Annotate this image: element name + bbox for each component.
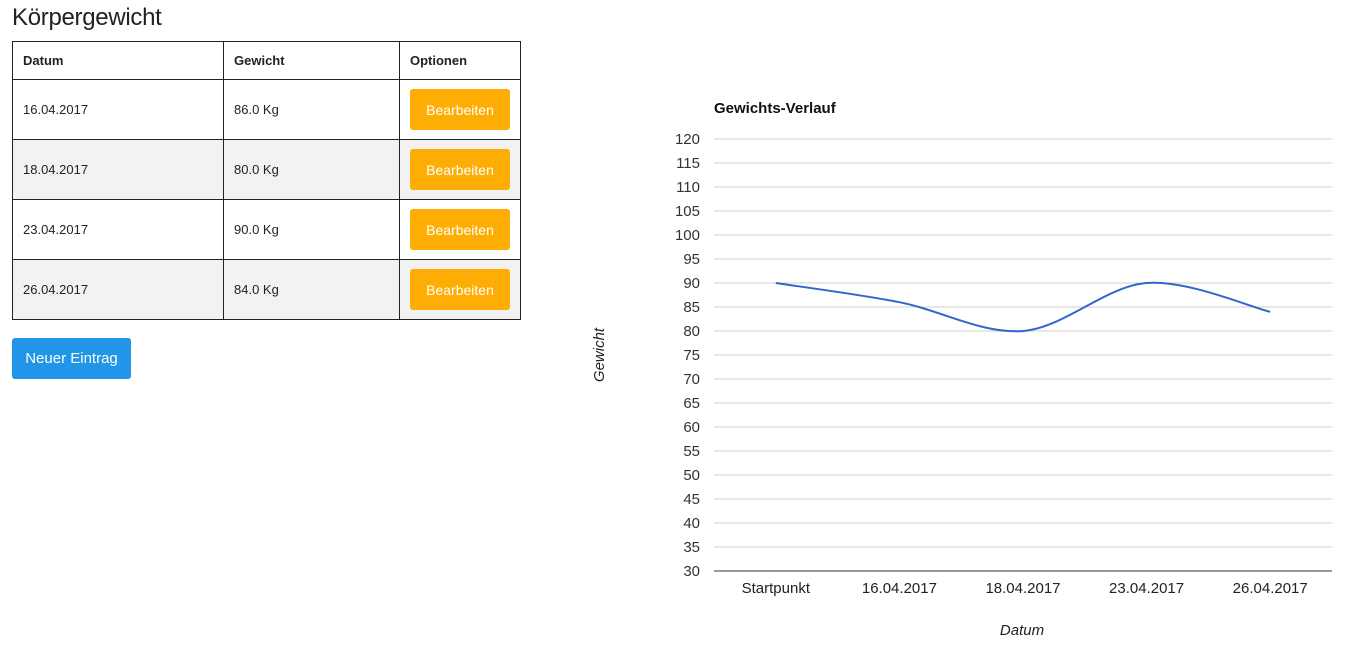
y-tick-label: 35 [683,539,700,556]
y-tick-label: 115 [676,155,700,172]
x-tick-label: 18.04.2017 [985,580,1060,597]
page-title: Körpergewicht [12,4,162,31]
page: Körpergewicht Datum Gewicht Optionen 16.… [0,0,1345,645]
x-tick-label: 23.04.2017 [1109,580,1184,597]
chart-title: Gewichts-Verlauf [714,100,837,117]
cell-datum: 16.04.2017 [12,79,224,140]
y-axis-title: Gewicht [591,327,608,382]
cell-optionen: Bearbeiten [399,199,521,260]
y-tick-label: 30 [683,563,700,580]
y-tick-label: 105 [675,203,700,220]
cell-gewicht: 80.0 Kg [223,139,400,200]
y-tick-label: 55 [683,443,700,460]
y-tick-label: 80 [683,323,700,340]
header-optionen: Optionen [399,41,521,80]
table-header-row: Datum Gewicht Optionen [12,41,521,80]
x-axis-title: Datum [1000,622,1044,639]
y-tick-label: 70 [683,371,700,388]
x-tick-label: Startpunkt [742,580,811,597]
y-tick-label: 50 [683,467,700,484]
new-entry-button[interactable]: Neuer Eintrag [12,338,131,379]
y-tick-label: 120 [675,131,700,148]
x-tick-label: 16.04.2017 [862,580,937,597]
cell-optionen: Bearbeiten [399,79,521,140]
edit-button[interactable]: Bearbeiten [410,89,510,130]
y-tick-label: 90 [683,275,700,292]
y-axis-ticks: 30 35 40 45 50 55 60 65 70 75 80 85 90 95 100 105 110 115… [675,131,700,580]
x-axis-ticks: Startpunkt 16.04.2017 18.04.2017 23.04.2017… [742,580,1308,597]
cell-gewicht: 86.0 Kg [223,79,400,140]
y-tick-label: 60 [683,419,700,436]
cell-gewicht: 90.0 Kg [223,199,400,260]
edit-button[interactable]: Bearbeiten [410,269,510,310]
cell-optionen: Bearbeiten [399,259,521,320]
edit-button[interactable]: Bearbeiten [410,149,510,190]
cell-datum: 18.04.2017 [12,139,224,200]
cell-datum: 26.04.2017 [12,259,224,320]
cell-datum: 23.04.2017 [12,199,224,260]
y-tick-label: 95 [683,251,700,268]
y-tick-label: 45 [683,491,700,508]
y-tick-label: 40 [683,515,700,532]
y-tick-label: 100 [675,227,700,244]
y-tick-label: 85 [683,299,700,316]
table-row: 16.04.2017 86.0 Kg Bearbeiten [12,79,521,140]
cell-gewicht: 84.0 Kg [223,259,400,320]
y-tick-label: 65 [683,395,700,412]
table-row: 23.04.2017 90.0 Kg Bearbeiten [12,199,521,260]
x-tick-label: 26.04.2017 [1233,580,1308,597]
table-row: 26.04.2017 84.0 Kg Bearbeiten [12,259,521,320]
table-row: 18.04.2017 80.0 Kg Bearbeiten [12,139,521,200]
weight-table: Datum Gewicht Optionen 16.04.2017 86.0 K… [12,41,521,320]
chart-grid [714,138,1332,572]
edit-button[interactable]: Bearbeiten [410,209,510,250]
y-tick-label: 75 [683,347,700,364]
cell-optionen: Bearbeiten [399,139,521,200]
header-datum: Datum [12,41,224,80]
weight-chart: Gewichts-Verlauf 30 35 40 45 50 55 60 65 70 75 80 8… [591,100,1332,639]
header-gewicht: Gewicht [223,41,400,80]
y-tick-label: 110 [676,179,700,196]
